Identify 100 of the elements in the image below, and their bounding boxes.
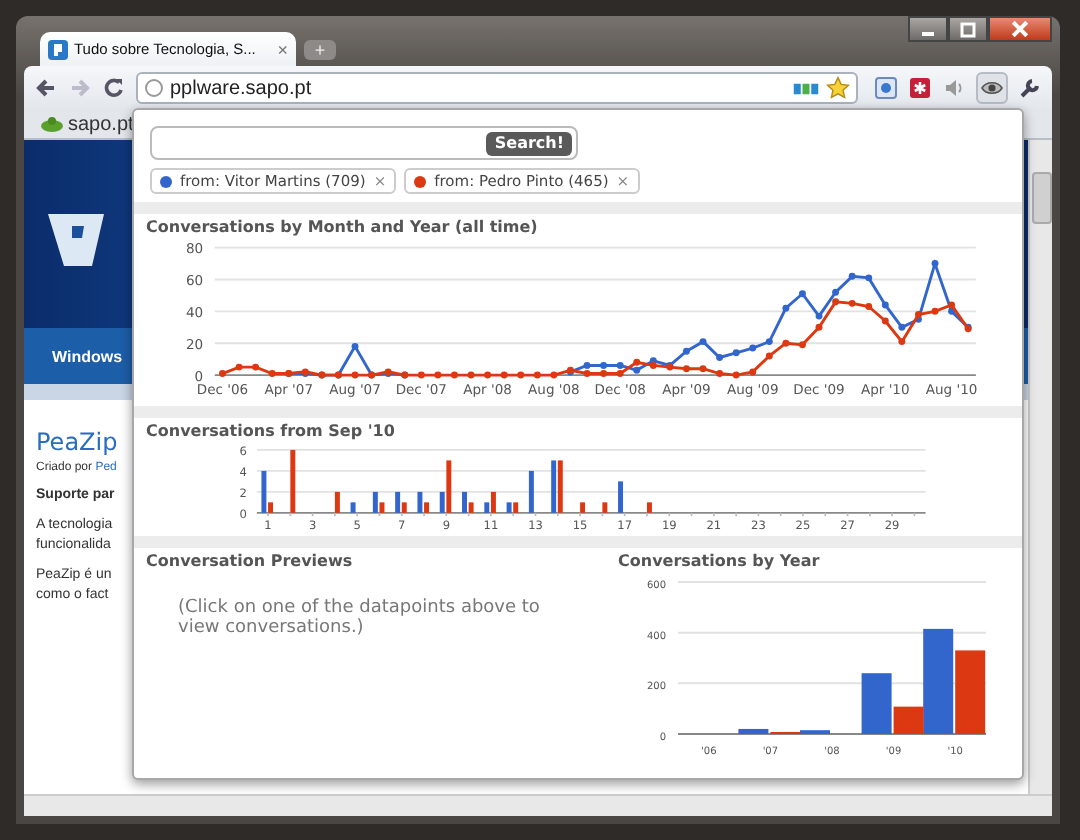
maximize-icon [958,21,978,37]
point [633,358,641,366]
point [815,312,823,320]
point [898,323,906,331]
hint-text: (Click on one of the datapoints above to view conversations.) [178,598,542,638]
bar[interactable] [261,470,267,513]
close-button[interactable] [988,16,1052,42]
bar[interactable] [646,502,652,513]
bar[interactable] [379,502,385,513]
point [699,365,707,373]
favicon-icon [48,39,68,59]
vertical-scrollbar[interactable] [1028,140,1052,794]
extension-icon[interactable] [874,76,898,100]
eye-icon [980,76,1004,100]
point [434,371,442,379]
close-icon [1008,20,1032,38]
point [931,307,939,315]
point [765,338,773,346]
bar[interactable] [513,502,519,513]
bar[interactable] [506,502,512,513]
point [948,301,956,309]
bar[interactable] [290,449,296,513]
minimize-button[interactable] [908,16,948,42]
maximize-button[interactable] [948,16,988,42]
bar[interactable] [923,628,954,734]
point [898,338,906,346]
bar[interactable] [738,728,769,734]
point [716,354,724,362]
point [682,365,690,373]
point [732,349,740,357]
wrench-icon[interactable] [1018,76,1042,100]
bar[interactable] [446,460,452,513]
horizontal-scrollbar[interactable] [24,794,1052,816]
bar[interactable] [468,502,474,513]
page-icon [144,78,164,98]
point [616,370,624,377]
bar[interactable] [602,502,608,513]
favicon-icon [40,116,64,132]
bar[interactable] [417,491,423,513]
reload-icon[interactable] [102,76,126,100]
point [832,288,840,296]
bar[interactable] [484,502,490,513]
line-series[interactable] [219,298,972,379]
point [682,347,690,355]
section-title: Conversation Previews [146,552,353,570]
chart-title: Conversations by Year [618,552,820,570]
bar[interactable] [955,650,986,734]
chart-title: Conversations from Sep '10 [146,422,397,440]
point [252,363,260,371]
point [235,363,243,371]
point [517,371,525,379]
bar[interactable] [439,491,445,513]
tab-close-button[interactable]: × [277,39,288,59]
bar[interactable] [528,470,534,513]
point [351,342,359,350]
bar[interactable] [893,706,924,734]
bar[interactable] [580,502,586,513]
bar[interactable] [557,460,563,513]
bar[interactable] [401,502,407,513]
point [533,371,541,379]
point [600,370,608,377]
nav-link[interactable]: Windows [52,347,123,365]
point [832,298,840,306]
search-button[interactable]: Search! [486,131,572,155]
point [749,368,757,376]
point [600,362,608,370]
asterisk-icon[interactable] [908,76,932,100]
point [815,323,823,331]
address-bar[interactable]: pplware.sapo.pt [136,72,858,104]
point [219,370,226,377]
bar[interactable] [490,491,496,513]
adblock-icon[interactable] [792,79,820,97]
point [417,371,425,379]
point [931,260,939,268]
article-title[interactable]: PeaZip [36,428,118,456]
bar[interactable] [424,502,430,513]
point [798,341,806,349]
star-icon[interactable] [826,76,850,100]
speaker-icon[interactable] [942,76,966,100]
point [484,371,492,379]
back-icon[interactable] [34,76,58,100]
point [699,338,707,346]
bar[interactable] [372,491,378,513]
point [881,317,889,325]
point [881,301,889,309]
point [616,362,624,370]
point [732,371,740,379]
bar[interactable] [395,491,401,513]
bar[interactable] [350,502,356,513]
point [649,362,657,370]
bar[interactable] [334,491,340,513]
point [550,371,558,379]
bar[interactable] [861,673,892,734]
search-field[interactable]: Search! [150,126,578,160]
bookmark-item[interactable]: sapo.pt [40,113,134,135]
point [798,290,806,298]
extension-button[interactable] [976,72,1008,104]
bar[interactable] [551,460,557,513]
bar[interactable] [462,491,467,513]
point [583,370,591,377]
